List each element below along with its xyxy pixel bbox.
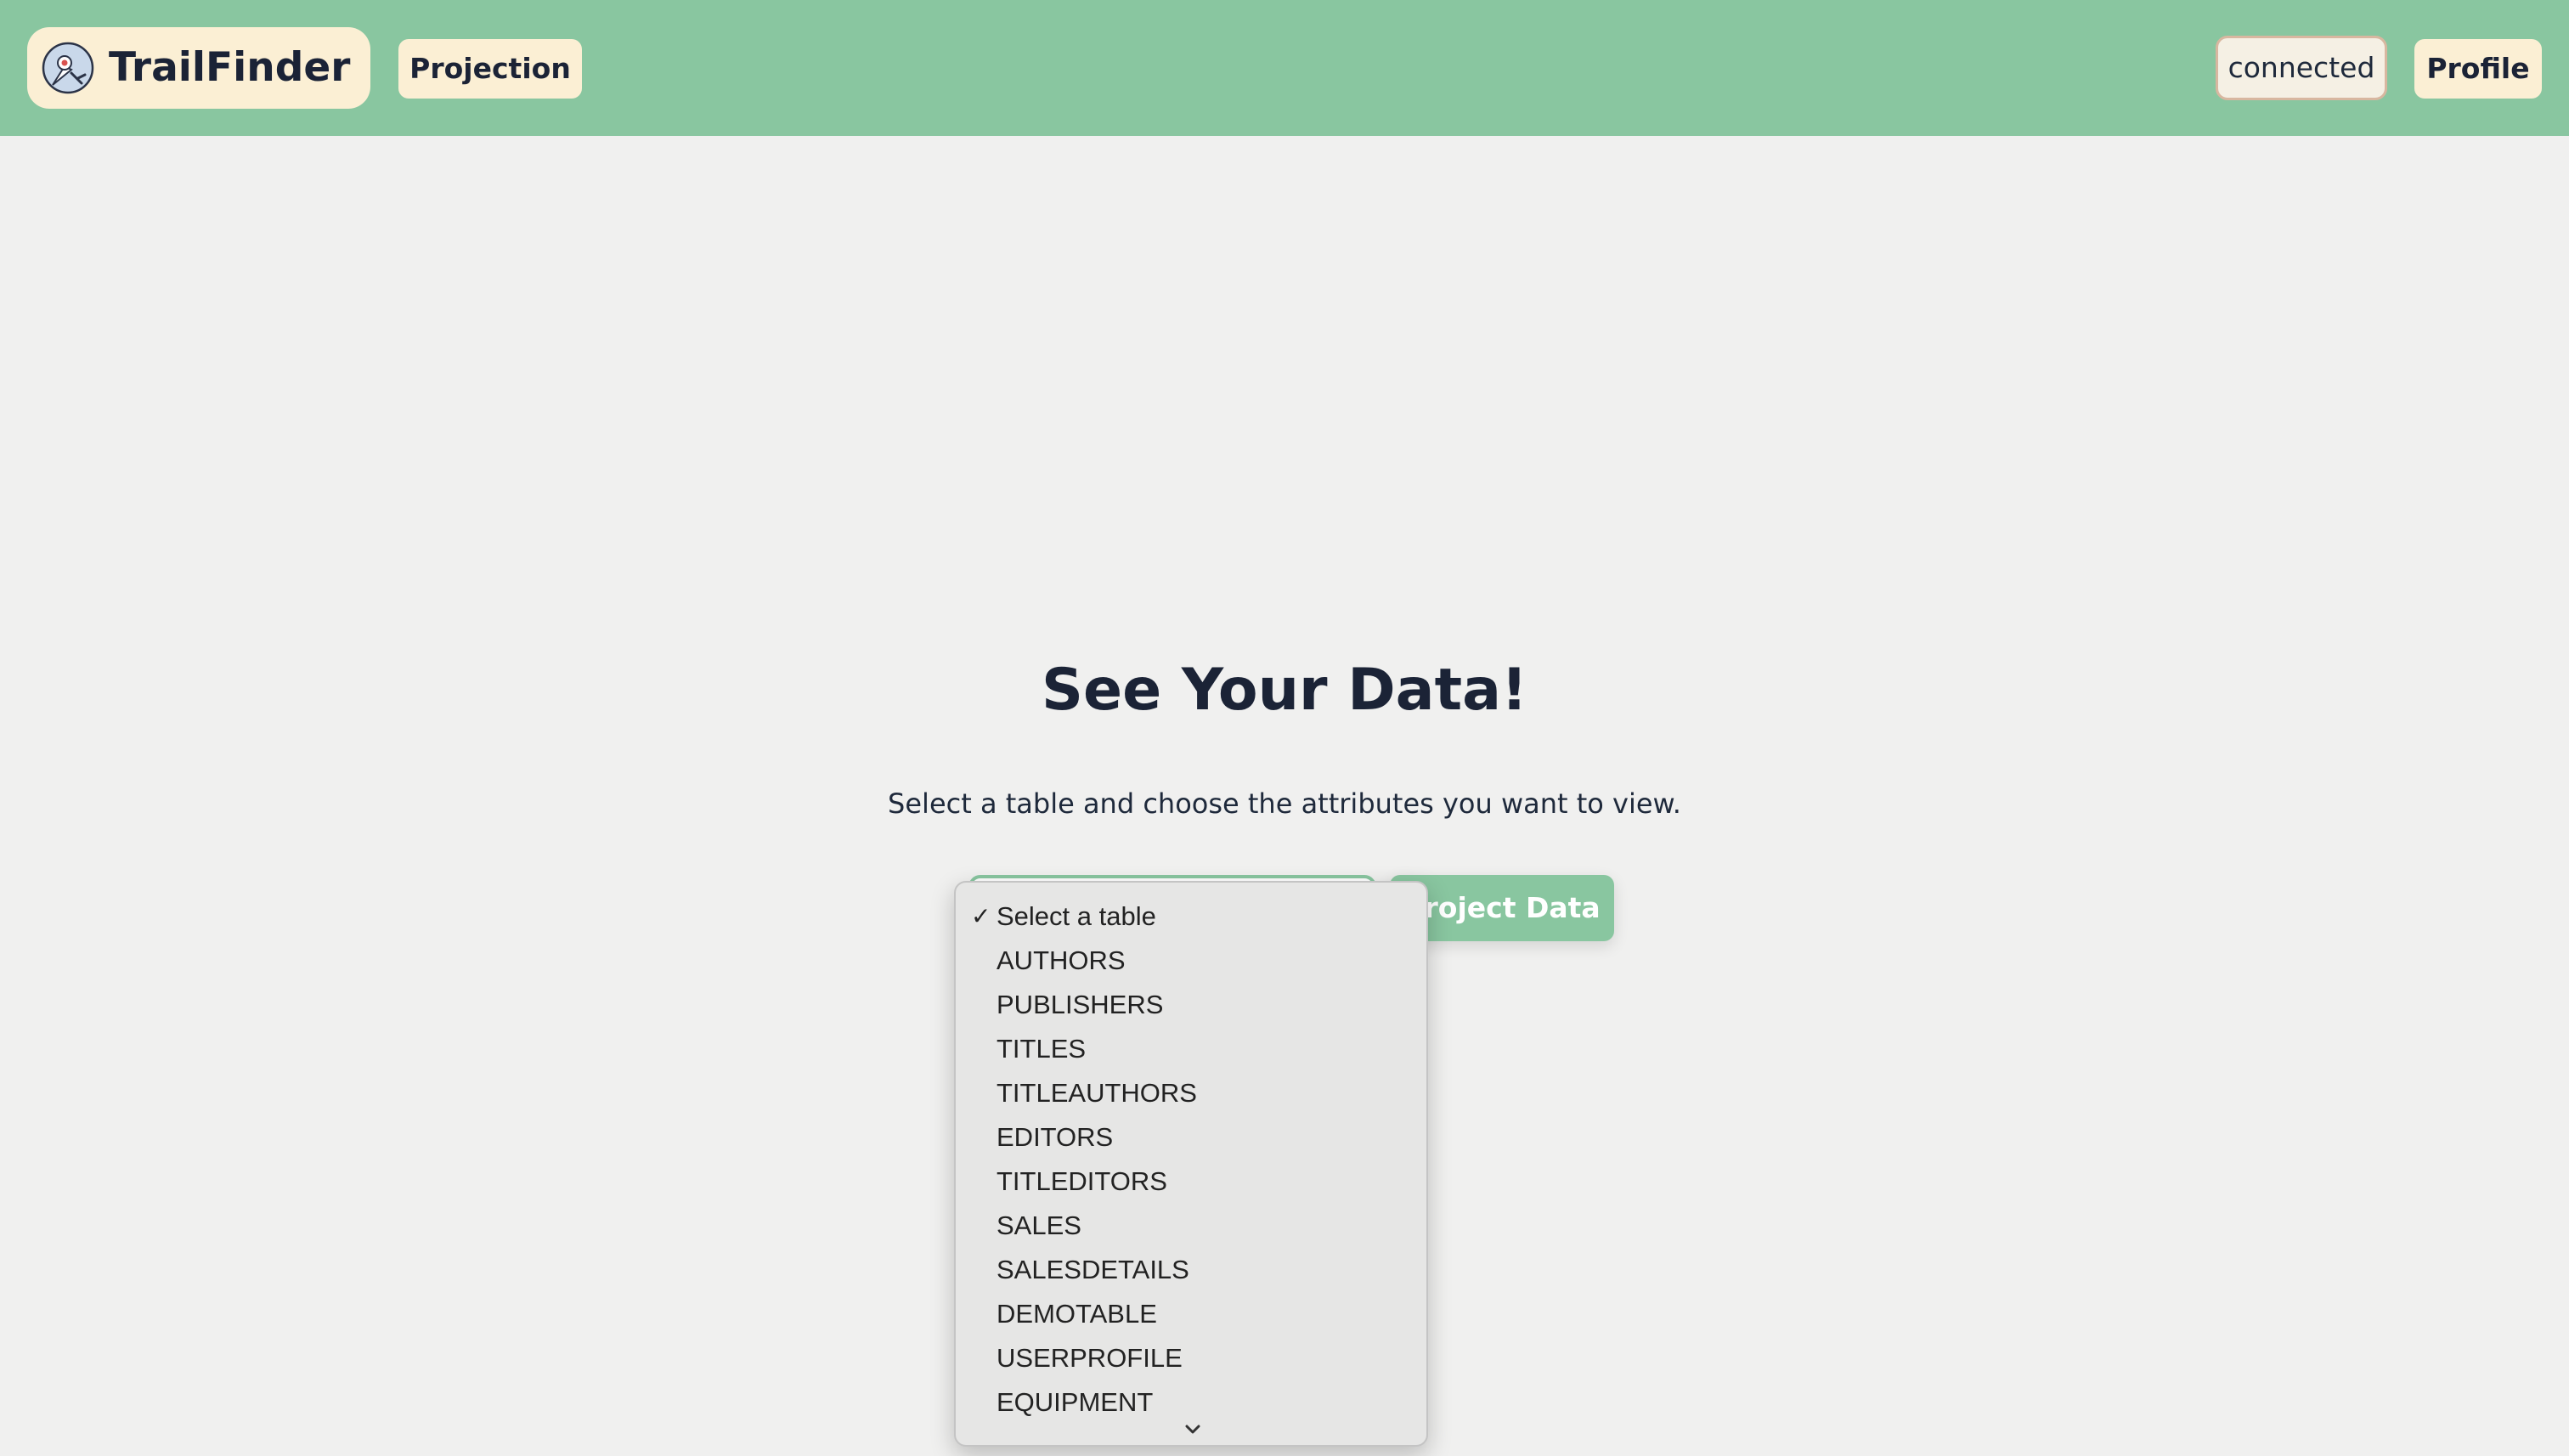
- table-option-userprofile[interactable]: USERPROFILE: [956, 1336, 1426, 1380]
- table-option-titleauthors[interactable]: TITLEAUTHORS: [956, 1071, 1426, 1115]
- projection-button[interactable]: Projection: [398, 39, 582, 99]
- table-options-list: ✓ Select a table AUTHORS PUBLISHERS TITL…: [956, 894, 1426, 1425]
- page-subtitle: Select a table and choose the attributes…: [888, 787, 1681, 820]
- table-option-titles[interactable]: TITLES: [956, 1027, 1426, 1071]
- check-icon: ✓: [971, 903, 991, 929]
- option-label: Select a table: [997, 901, 1156, 931]
- table-option-sales[interactable]: SALES: [956, 1204, 1426, 1248]
- navbar: TrailFinder Projection connected Profile: [0, 0, 2569, 136]
- table-option-publishers[interactable]: PUBLISHERS: [956, 983, 1426, 1027]
- table-select-dropdown[interactable]: ✓ Select a table AUTHORS PUBLISHERS TITL…: [954, 881, 1428, 1447]
- table-option-titleditors[interactable]: TITLEDITORS: [956, 1160, 1426, 1204]
- table-option-select-a-table[interactable]: ✓ Select a table: [956, 894, 1426, 939]
- chevron-down-icon[interactable]: [1180, 1421, 1205, 1438]
- table-option-salesdetails[interactable]: SALESDETAILS: [956, 1248, 1426, 1292]
- table-option-equipment[interactable]: EQUIPMENT: [956, 1380, 1426, 1425]
- table-option-authors[interactable]: AUTHORS: [956, 939, 1426, 983]
- brand-name: TrailFinder: [109, 44, 351, 91]
- profile-button[interactable]: Profile: [2414, 39, 2542, 99]
- compass-pin-icon: [42, 42, 94, 94]
- brand-home-link[interactable]: TrailFinder: [27, 27, 370, 109]
- connection-status-badge: connected: [2216, 36, 2387, 100]
- table-option-demotable[interactable]: DEMOTABLE: [956, 1292, 1426, 1336]
- page-title: See Your Data!: [1042, 657, 1527, 724]
- table-option-editors[interactable]: EDITORS: [956, 1115, 1426, 1160]
